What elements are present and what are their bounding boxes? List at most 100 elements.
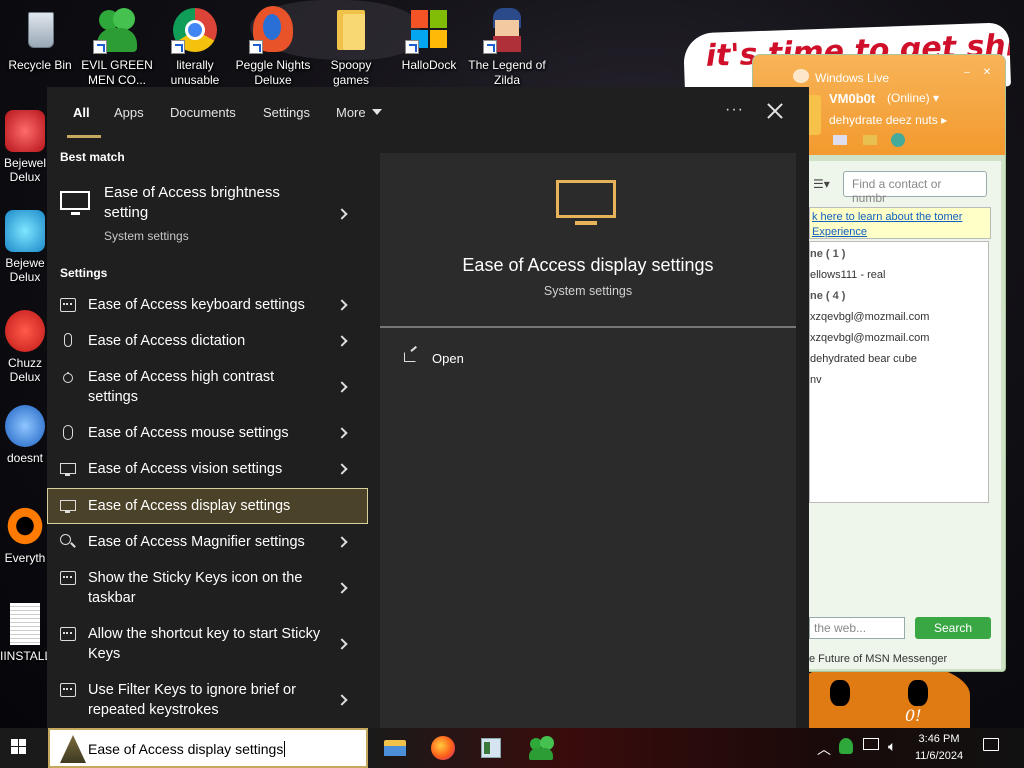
msn-status[interactable]: (Online) ▾ <box>887 91 939 105</box>
result-sticky-keys-shortcut[interactable]: Allow the shortcut key to start Sticky K… <box>47 616 368 672</box>
tab-underline <box>67 135 101 138</box>
find-contact-input[interactable]: Find a contact or numbr <box>843 171 987 205</box>
results-list: Best match Ease of Access brightness set… <box>47 139 368 728</box>
chevron-right-icon[interactable] <box>336 381 348 393</box>
microphone-icon <box>64 333 72 347</box>
chevron-right-icon[interactable] <box>336 694 348 706</box>
control-panel-icon[interactable] <box>476 734 506 762</box>
contact[interactable]: xzqevbgl@mozmail.com <box>810 332 929 344</box>
chevron-right-icon[interactable] <box>336 208 348 220</box>
msn-messenger-icon[interactable] <box>526 734 556 762</box>
desktop-icon-doesnt[interactable]: doesnt <box>0 405 50 465</box>
keyboard-icon <box>60 683 76 697</box>
open-icon <box>404 352 416 362</box>
tab-more[interactable]: More <box>336 105 382 120</box>
open-action[interactable]: Open <box>400 349 550 371</box>
tab-documents[interactable]: Documents <box>170 105 236 120</box>
contact-list[interactable]: ne ( 1 ) ellows111 - real ne ( 4 ) xzqev… <box>809 241 989 503</box>
web-search-input[interactable]: the web... <box>809 617 905 639</box>
contact-group[interactable]: ne ( 1 ) <box>810 248 845 260</box>
tab-settings[interactable]: Settings <box>263 105 310 120</box>
clock-date[interactable]: 11/6/2024 <box>906 750 972 762</box>
desktop-icon-literally-unusable[interactable]: literally unusable <box>155 6 235 88</box>
contact[interactable]: ellows111 - real <box>810 269 885 281</box>
desktop-icon-peggle[interactable]: Peggle Nights Deluxe <box>233 6 313 88</box>
desktop-icon-bejeweled[interactable]: Bejewel Delux <box>0 110 50 184</box>
web-search-button[interactable]: Search <box>915 617 991 639</box>
contact[interactable]: xzqevbgl@mozmail.com <box>810 311 929 323</box>
chevron-right-icon[interactable] <box>336 582 348 594</box>
contact[interactable]: nv <box>810 374 822 386</box>
tab-more-label: More <box>336 105 366 120</box>
firefox-icon[interactable] <box>428 734 458 762</box>
desktop-icon-everything[interactable]: Everyth <box>0 505 50 565</box>
msn-footer-link[interactable]: e Future of MSN Messenger <box>809 653 947 665</box>
chevron-right-icon[interactable] <box>336 638 348 650</box>
msn-ad-link[interactable]: k here to learn about the tomer Experien… <box>809 207 991 239</box>
msn-personal-message[interactable]: dehydrate deez nuts ▸ <box>829 113 947 127</box>
best-match-subtitle: System settings <box>104 229 189 243</box>
view-options-icon[interactable]: ☰▾ <box>813 177 830 191</box>
desktop-icon-bejeweled-2[interactable]: Bejewe Delux <box>0 210 50 284</box>
result-label: Ease of Access display settings <box>88 498 291 514</box>
search-tabs: All Apps Documents Settings More ··· <box>47 87 809 139</box>
taskbar-search-box[interactable]: Ease of Access display settings <box>48 728 368 768</box>
peggle-icon <box>249 6 297 54</box>
thunderbird-icon <box>5 405 45 447</box>
msn-logo-icon[interactable] <box>891 133 905 147</box>
preview-subtitle: System settings <box>543 284 633 298</box>
volume-icon[interactable]: 🔈︎ <box>888 738 896 755</box>
desktop-icon-legend-of-zilda[interactable]: The Legend of Zilda <box>467 6 547 88</box>
result-display-settings[interactable]: Ease of Access display settings <box>47 488 368 524</box>
close-icon[interactable]: ✕ <box>981 67 993 79</box>
monitor-icon <box>556 180 616 225</box>
result-label: Ease of Access vision settings <box>88 461 283 477</box>
result-label: Show the Sticky Keys icon on the taskbar <box>88 570 303 606</box>
contact-group[interactable]: ne ( 4 ) <box>810 290 845 302</box>
desktop-icon-install[interactable]: IINSTALL <box>0 603 51 663</box>
result-magnifier-settings[interactable]: Ease of Access Magnifier settings <box>47 524 368 560</box>
chevron-right-icon[interactable] <box>336 463 348 475</box>
close-icon[interactable] <box>763 99 787 123</box>
mail-icon[interactable] <box>833 135 847 145</box>
desktop-icon-recycle-bin[interactable]: Recycle Bin <box>0 6 80 73</box>
result-vision-settings[interactable]: Ease of Access vision settings <box>47 451 368 487</box>
chevron-right-icon[interactable] <box>336 427 348 439</box>
search-input[interactable]: Ease of Access display settings <box>88 741 286 757</box>
network-icon[interactable] <box>863 738 879 750</box>
tab-apps[interactable]: Apps <box>114 105 144 120</box>
folder-icon[interactable] <box>863 135 877 145</box>
magnifier-icon <box>60 534 71 545</box>
best-match-result[interactable]: Ease of Access brightness setting System… <box>47 175 368 251</box>
minimize-icon[interactable]: – <box>961 67 973 79</box>
file-explorer-icon[interactable] <box>380 734 410 762</box>
mouse-icon <box>63 425 73 440</box>
clock-time[interactable]: 3:46 PM <box>906 733 972 745</box>
chevron-up-icon[interactable]: ︿ <box>817 739 831 759</box>
result-dictation[interactable]: Ease of Access dictation <box>47 323 368 359</box>
contact[interactable]: dehydrated bear cube <box>810 353 917 365</box>
tab-all[interactable]: All <box>73 105 90 120</box>
result-keyboard-settings[interactable]: Ease of Access keyboard settings <box>47 287 368 323</box>
start-button[interactable] <box>8 736 36 760</box>
notification-icon[interactable] <box>983 738 999 751</box>
result-high-contrast[interactable]: Ease of Access high contrast settings <box>47 359 368 415</box>
chevron-right-icon[interactable] <box>336 335 348 347</box>
more-options-icon[interactable]: ··· <box>725 101 744 119</box>
result-mouse-settings[interactable]: Ease of Access mouse settings <box>47 415 368 451</box>
msn-tray-icon[interactable] <box>839 738 853 754</box>
windows-logo-icon <box>11 739 18 746</box>
search-logo-icon <box>60 735 86 763</box>
keyboard-icon <box>60 298 76 312</box>
monitor-icon <box>60 463 76 476</box>
result-filter-keys[interactable]: Use Filter Keys to ignore brief or repea… <box>47 672 368 728</box>
desktop-icon-evil-green-men[interactable]: EVIL GREEN MEN CO... <box>77 6 157 88</box>
chevron-right-icon[interactable] <box>336 299 348 311</box>
result-sticky-keys-icon[interactable]: Show the Sticky Keys icon on the taskbar <box>47 560 368 616</box>
desktop-icon-spoopy-games[interactable]: Spoopy games <box>311 6 391 88</box>
desktop-icon-hallodock[interactable]: HalloDock <box>389 6 469 73</box>
chevron-right-icon[interactable] <box>336 536 348 548</box>
desktop-icon-chuzzle[interactable]: Chuzz Delux <box>0 310 50 384</box>
best-match-heading: Best match <box>60 150 125 164</box>
msn-display-name[interactable]: VM0b0t <box>829 91 875 106</box>
